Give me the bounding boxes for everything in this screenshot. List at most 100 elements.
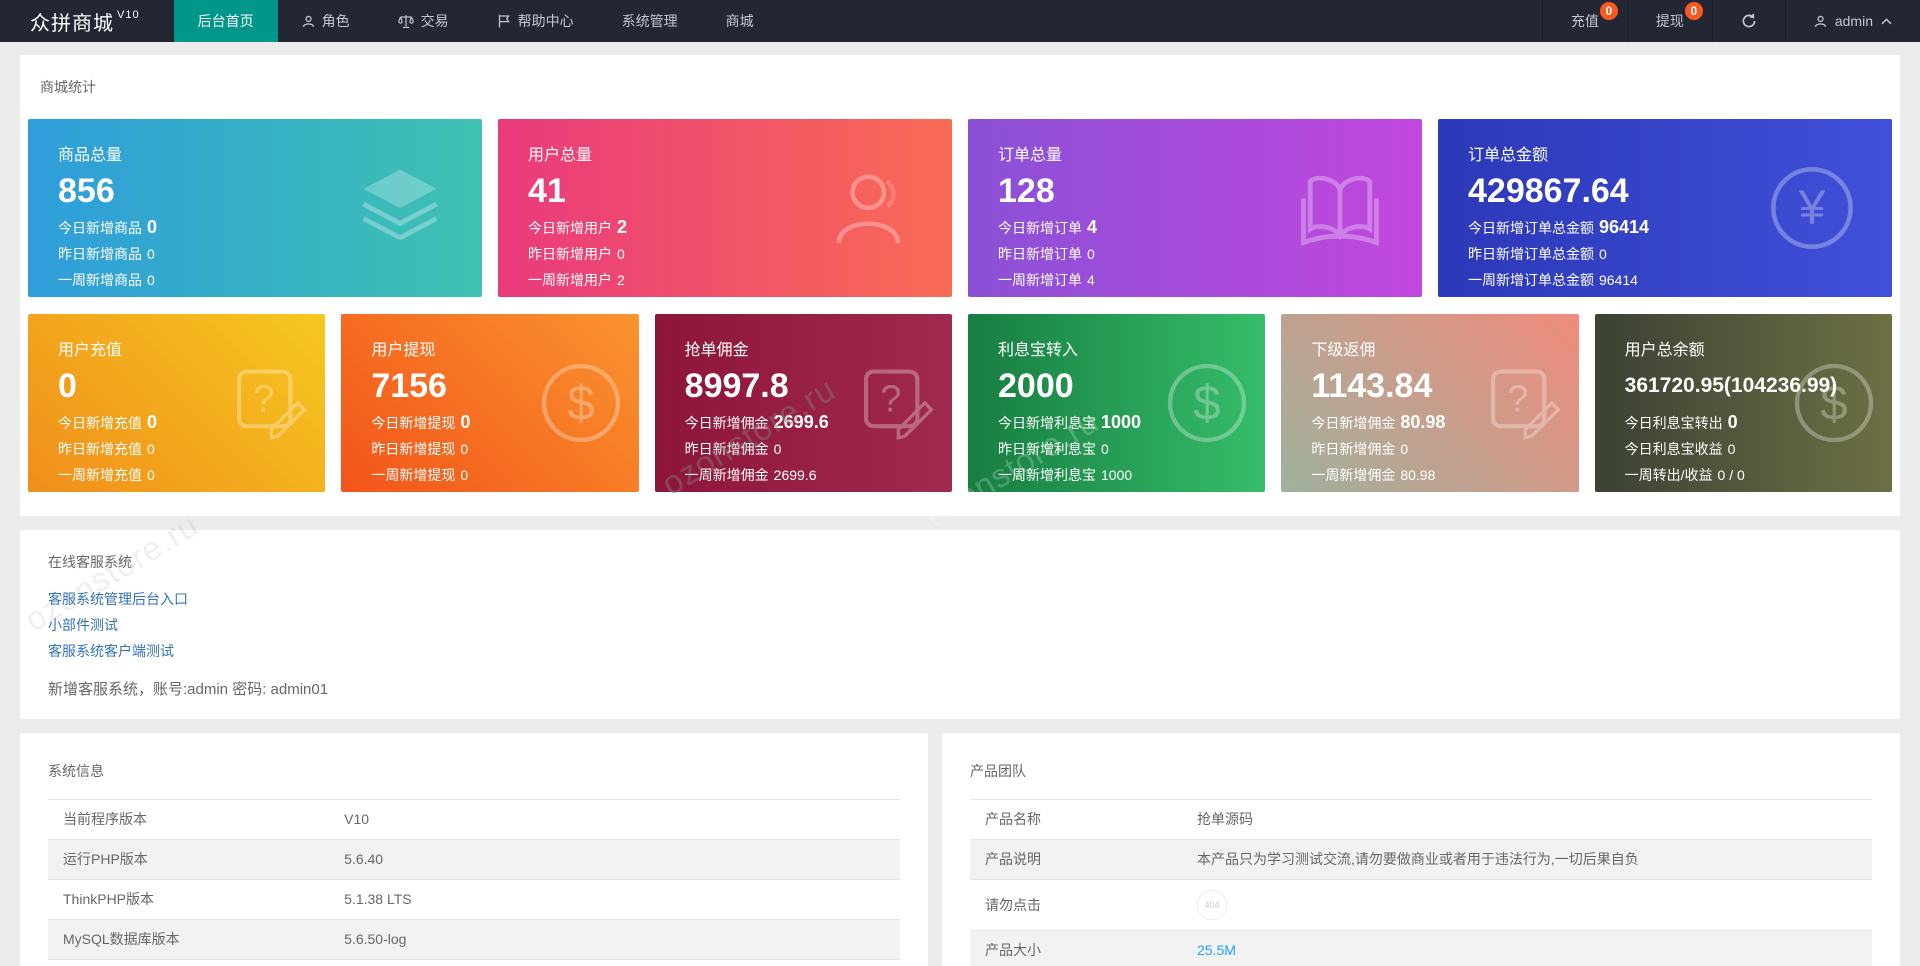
stat-line-label: 今日利息宝收益 — [1625, 441, 1723, 457]
withdraw-badge: 0 — [1685, 2, 1703, 20]
app-title: 众拼商城 — [30, 7, 114, 36]
service-note: 新增客服系统，账号:admin 密码: admin01 — [48, 678, 1872, 699]
stat-line-label: 昨日新增提现 — [371, 441, 455, 457]
nav-item-label: 帮助中心 — [518, 11, 574, 31]
stat-card-line: 一周转出/收益0 / 0 — [1625, 466, 1884, 485]
nav-item-help[interactable]: 帮助中心 — [473, 0, 598, 42]
book-icon — [1292, 160, 1388, 256]
top-navbar: 众拼商城 V10 后台首页角色交易帮助中心系统管理商城 充值0提现0 admin — [0, 0, 1920, 42]
stat-card-order-amount: 订单总金额429867.64今日新增订单总金额96414昨日新增订单总金额0一周… — [1438, 119, 1892, 297]
caret-up-icon — [1881, 18, 1892, 25]
stat-card-line: 一周新增提现0 — [371, 466, 630, 485]
table-row: 产品名称抢单源码 — [970, 800, 1872, 840]
stat-line-value: 0 — [1400, 441, 1408, 457]
bottom-panels: 系统信息 当前程序版本V10运行PHP版本5.6.40ThinkPHP版本5.1… — [20, 733, 1900, 966]
table-row: 请勿点击404 — [970, 880, 1872, 931]
stat-line-label: 今日新增佣金 — [685, 415, 769, 431]
stat-card-line: 一周新增充值 0 — [58, 466, 317, 485]
withdraw-button[interactable]: 提现0 — [1627, 0, 1712, 42]
service-title: 在线客服系统 — [48, 554, 1872, 570]
recharge-button[interactable]: 充值0 — [1542, 0, 1627, 42]
stat-line-value: 0 — [460, 412, 470, 432]
stat-line-value: 0 — [1087, 246, 1095, 262]
user-menu[interactable]: admin — [1785, 0, 1920, 42]
table-row: 当前程序版本V10 — [48, 800, 900, 840]
svg-text:?: ? — [880, 378, 901, 420]
nav-item-role[interactable]: 角色 — [278, 0, 374, 42]
nav-item-mall[interactable]: 商城 — [702, 0, 778, 42]
service-link[interactable]: 小部件测试 — [48, 612, 118, 638]
scales-icon — [398, 14, 414, 29]
page-content: 商城统计 商品总量856今日新增商品0昨日新增商品0一周新增商品0用户总量41今… — [0, 42, 1920, 966]
stat-line-label: 今日新增佣金 — [1311, 415, 1395, 431]
stats-row-1: 商品总量856今日新增商品0昨日新增商品0一周新增商品0用户总量41今日新增用户… — [28, 119, 1892, 297]
stat-line-label: 昨日新增利息宝 — [998, 441, 1096, 457]
system-info-table: 当前程序版本V10运行PHP版本5.6.40ThinkPHP版本5.1.38 L… — [48, 799, 900, 960]
system-info-panel: 系统信息 当前程序版本V10运行PHP版本5.6.40ThinkPHP版本5.1… — [20, 733, 928, 966]
app-version: V10 — [117, 9, 140, 21]
svg-text:$: $ — [1820, 376, 1847, 431]
hidden-link-badge[interactable]: 404 — [1197, 890, 1227, 920]
table-row: 运行PHP版本5.6.40 — [48, 840, 900, 880]
refresh-icon — [1741, 13, 1757, 29]
user-icon — [302, 15, 315, 28]
stat-card-user-recharge: 用户充值0今日新增充值0昨日新增充值0一周新增充值0? — [28, 314, 325, 492]
person-icon — [826, 162, 918, 254]
stat-card-title: 用户提现 — [371, 336, 630, 360]
stat-line-value: 0 — [460, 441, 468, 457]
stat-line-label: 一周新增充值 — [58, 467, 142, 483]
table-cell-label: 运行PHP版本 — [48, 840, 329, 880]
stat-line-value: 0 — [147, 467, 155, 483]
product-team-panel: 产品团队 产品名称抢单源码产品说明本产品只为学习测试交流,请勿要做商业或者用于违… — [942, 733, 1900, 966]
stat-line-label: 一周新增订单 — [998, 272, 1082, 288]
stat-line-value: 4 — [1087, 217, 1097, 237]
table-cell-label: 当前程序版本 — [48, 800, 329, 840]
refresh-button[interactable] — [1712, 0, 1785, 42]
recharge-label: 充值 — [1571, 11, 1599, 31]
svg-text:¥: ¥ — [1798, 182, 1826, 235]
doc-question-icon: ? — [1479, 360, 1565, 446]
nav-item-home[interactable]: 后台首页 — [174, 0, 278, 42]
stat-line-label: 昨日新增充值 — [58, 441, 142, 457]
stat-line-label: 昨日新增订单 — [998, 246, 1082, 262]
nav-item-system[interactable]: 系统管理 — [598, 0, 702, 42]
stat-card-line: 一周新增用户2 — [528, 271, 944, 290]
product-size-link[interactable]: 25.5M — [1197, 942, 1236, 958]
svg-text:?: ? — [254, 378, 275, 420]
nav-item-label: 商城 — [726, 11, 754, 31]
stat-card-line: 一周新增订单总金额96414 — [1468, 271, 1884, 290]
doc-question-icon: ? — [225, 360, 311, 446]
table-cell-value: V10 — [329, 800, 900, 840]
stat-line-label: 一周新增利息宝 — [998, 467, 1096, 483]
table-cell-value: 5.6.40 — [329, 840, 900, 880]
nav-item-trade[interactable]: 交易 — [374, 0, 473, 42]
stat-card-title: 利息宝转入 — [998, 336, 1257, 360]
stat-line-value: 0 — [1728, 412, 1738, 432]
service-link[interactable]: 客服系统客户端测试 — [48, 638, 174, 664]
table-cell-label: 产品名称 — [970, 800, 1182, 840]
stat-card-title: 用户充值 — [58, 336, 317, 360]
stat-line-label: 一周新增用户 — [528, 272, 612, 288]
service-link[interactable]: 客服系统管理后台入口 — [48, 586, 188, 612]
service-panel: 在线客服系统 客服系统管理后台入口小部件测试客服系统客户端测试 新增客服系统，账… — [20, 530, 1900, 719]
stat-card-title: 抢单佣金 — [685, 336, 944, 360]
stat-line-value: 2699.6 — [774, 467, 817, 483]
stat-card-interest-in: 利息宝转入2000今日新增利息宝1000昨日新增利息宝0一周新增利息宝1000$ — [968, 314, 1265, 492]
stat-card-goods-total: 商品总量856今日新增商品0昨日新增商品0一周新增商品0 — [28, 119, 482, 297]
stat-card-title: 用户总余额 — [1625, 336, 1884, 360]
dollar-icon: $ — [1790, 359, 1878, 447]
yen-icon: ¥ — [1766, 162, 1858, 254]
stat-line-label: 今日新增用户 — [528, 220, 612, 236]
navbar-right: 充值0提现0 admin — [1542, 0, 1920, 42]
table-row: 产品大小25.5M — [970, 931, 1872, 966]
stat-line-value: 0 — [147, 272, 155, 288]
table-cell-value: 25.5M — [1182, 931, 1872, 966]
main-menu: 后台首页角色 交易 帮助中心 系统管理 商城 — [174, 0, 778, 42]
stat-line-label: 昨日新增订单总金额 — [1468, 246, 1594, 262]
nav-item-label: 系统管理 — [622, 11, 678, 31]
stat-line-value: 80.98 — [1400, 412, 1445, 432]
stats-row-2: 用户充值0今日新增充值0昨日新增充值0一周新增充值0?用户提现7156今日新增提… — [28, 314, 1892, 492]
nav-item-label: 交易 — [421, 11, 449, 31]
product-team-table: 产品名称抢单源码产品说明本产品只为学习测试交流,请勿要做商业或者用于违法行为,一… — [970, 799, 1872, 966]
stat-line-label: 今日新增商品 — [58, 220, 142, 236]
